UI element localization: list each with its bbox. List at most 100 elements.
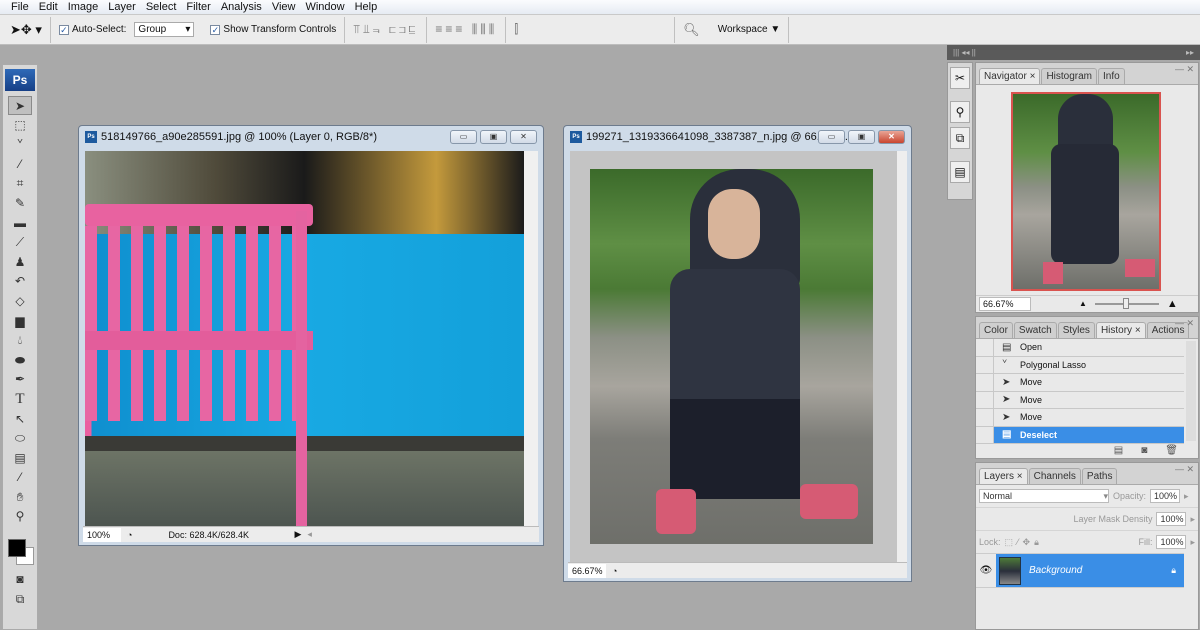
color-swatches[interactable] xyxy=(6,533,34,569)
canvas-girl-image[interactable] xyxy=(590,169,873,544)
gradient-tool-icon[interactable]: ▆ xyxy=(8,312,32,331)
opacity-arrow[interactable]: ▸ xyxy=(1184,491,1189,502)
fill-arrow[interactable]: ▸ xyxy=(1190,537,1195,548)
foreground-color-swatch[interactable] xyxy=(8,539,26,558)
crop-tool-icon[interactable]: ⌗ xyxy=(8,174,32,193)
tab-layers[interactable]: Layers × xyxy=(979,468,1028,484)
opacity-field[interactable]: 100% xyxy=(1150,489,1181,503)
tab-color[interactable]: Color xyxy=(979,322,1013,338)
type-tool-icon[interactable]: T xyxy=(8,390,32,409)
lock-transparent-icon[interactable]: ⬚ xyxy=(1005,537,1014,548)
distribute-icons[interactable]: ≡≡≡ ⫼⫼⫼ xyxy=(435,22,497,37)
history-scrollbar[interactable] xyxy=(1186,341,1196,441)
slice-tool-icon[interactable]: ✎ xyxy=(8,194,32,213)
menu-image[interactable]: Image xyxy=(63,1,104,13)
status-arrow-icon[interactable]: ▶ xyxy=(294,529,301,540)
history-brush-tool-icon[interactable]: ↶ xyxy=(8,272,32,291)
hand-tool-icon[interactable]: ✋︎ xyxy=(8,488,32,507)
trash-icon[interactable]: 🗑︎ xyxy=(1165,445,1178,456)
panel-close-icon[interactable]: — ✕ xyxy=(1175,318,1194,329)
menu-layer[interactable]: Layer xyxy=(103,1,141,13)
panel-close-icon[interactable]: — ✕ xyxy=(1175,64,1194,75)
horizontal-scrollbar[interactable]: ◂ xyxy=(307,529,539,540)
path-selection-tool-icon[interactable]: ↖ xyxy=(8,410,32,429)
navigator-thumbnail[interactable] xyxy=(1011,92,1161,291)
tab-swatches[interactable]: Swatch xyxy=(1013,322,1057,338)
move-tool-preset-icon[interactable]: ➤✥ ▾ xyxy=(10,22,42,38)
panel-dock-header[interactable]: ||| ◂◂ || ▸▸ xyxy=(947,45,1200,60)
workspace-button[interactable]: Workspace ▼ xyxy=(718,24,781,35)
pen-tool-icon[interactable]: ✒ xyxy=(8,370,32,389)
ellipse-tool-icon[interactable]: ⬭ xyxy=(8,429,32,448)
layer-name[interactable]: Background xyxy=(1029,565,1163,576)
show-transform-checkbox[interactable]: ✓ xyxy=(210,24,221,35)
eye-icon[interactable]: 👁︎ xyxy=(976,565,996,576)
canvas-area[interactable] xyxy=(570,151,897,563)
notes-tool-icon[interactable]: ▤ xyxy=(8,449,32,468)
blur-tool-icon[interactable]: 💧︎ xyxy=(8,331,32,350)
zoom-in-icon[interactable]: ▲ xyxy=(1167,298,1178,310)
tab-histogram[interactable]: Histogram xyxy=(1041,68,1098,84)
history-item[interactable]: ➤ Move xyxy=(976,374,1184,392)
history-item[interactable]: ➤ Move xyxy=(976,409,1184,427)
menu-help[interactable]: Help xyxy=(350,1,383,13)
menu-file[interactable]: File xyxy=(6,1,34,13)
tab-channels[interactable]: Channels xyxy=(1028,468,1081,484)
close-button[interactable]: ✕ xyxy=(878,130,905,144)
marquee-tool-icon[interactable]: ⬚ xyxy=(8,116,32,135)
zoom-field[interactable]: 100% xyxy=(83,527,121,542)
tab-info[interactable]: Info xyxy=(1098,68,1125,84)
eyedropper-tool-icon[interactable]: ⁄ xyxy=(8,468,32,487)
zoom-tool-icon[interactable]: ⚲ xyxy=(8,507,32,526)
minimize-button[interactable]: ▭ xyxy=(450,130,477,144)
history-item[interactable]: ➤ Move xyxy=(976,391,1184,409)
mask-density-field[interactable]: 100% xyxy=(1156,512,1187,526)
blend-mode-dropdown[interactable]: Normal ▾ xyxy=(979,489,1109,503)
history-item-selected[interactable]: ▤ Deselect xyxy=(976,426,1184,444)
vertical-scrollbar[interactable] xyxy=(897,151,907,563)
eraser-tool-icon[interactable]: ◇ xyxy=(8,292,32,311)
maximize-button[interactable]: ▣ xyxy=(480,130,507,144)
navigator-zoom-field[interactable]: 66.67% xyxy=(979,296,1031,311)
layer-comps-icon[interactable]: ▤ xyxy=(950,161,970,183)
tool-presets-icon[interactable]: ✂ xyxy=(950,67,970,89)
menu-analysis[interactable]: Analysis xyxy=(216,1,267,13)
minimize-button[interactable]: ▭ xyxy=(818,130,845,144)
lasso-tool-icon[interactable]: ᘁ xyxy=(8,135,32,154)
auto-align-icon[interactable]: ⫿ xyxy=(514,22,521,37)
tab-history[interactable]: History × xyxy=(1095,322,1146,338)
tab-paths[interactable]: Paths xyxy=(1081,468,1118,484)
lock-all-icon[interactable]: 🔒︎ xyxy=(1034,537,1039,548)
menu-select[interactable]: Select xyxy=(141,1,182,13)
move-tool-icon[interactable]: ➤ xyxy=(8,96,32,115)
status-menu-icon[interactable]: ◔ xyxy=(127,530,132,540)
history-item[interactable]: ᘁ Polygonal Lasso xyxy=(976,356,1184,374)
quick-mask-icon[interactable]: ◙ xyxy=(8,570,32,589)
status-menu-icon[interactable]: ◔ xyxy=(612,566,617,576)
fill-field[interactable]: 100% xyxy=(1156,535,1187,549)
panel-close-icon[interactable]: — ✕ xyxy=(1175,464,1194,475)
menu-window[interactable]: Window xyxy=(300,1,349,13)
menu-filter[interactable]: Filter xyxy=(181,1,215,13)
expand-dock-icon[interactable]: ▸▸ xyxy=(1186,45,1194,60)
healing-brush-tool-icon[interactable]: ▬ xyxy=(8,214,32,233)
tab-navigator[interactable]: Navigator × xyxy=(979,68,1041,84)
clone-source-icon[interactable]: ⧉ xyxy=(950,127,970,149)
lock-position-icon[interactable]: ✥ xyxy=(1023,537,1031,548)
zoom-slider[interactable] xyxy=(1094,297,1159,309)
dodge-tool-icon[interactable]: ⬬ xyxy=(8,351,32,370)
zoom-field[interactable]: 66.67% xyxy=(568,563,606,578)
align-icons[interactable]: ⫪⫫⫬ ⊏⊐⊑ xyxy=(353,22,418,37)
history-item[interactable]: ▤ Open xyxy=(976,339,1184,357)
brush-tool-icon[interactable]: ⟋ xyxy=(8,233,32,252)
screen-mode-icon[interactable]: ⧉ xyxy=(8,590,32,609)
canvas-bench-image[interactable] xyxy=(85,151,524,526)
lock-image-icon[interactable]: ⁄ xyxy=(1017,537,1019,547)
mask-density-arrow[interactable]: ▸ xyxy=(1190,514,1195,525)
clone-stamp-tool-icon[interactable]: ♟ xyxy=(8,253,32,272)
menu-edit[interactable]: Edit xyxy=(34,1,63,13)
bridge-icon[interactable]: 🔍︎ xyxy=(683,22,700,38)
vertical-scrollbar[interactable] xyxy=(524,151,538,526)
tab-styles[interactable]: Styles xyxy=(1057,322,1095,338)
snapshot-icon[interactable]: ◙ xyxy=(1141,445,1147,456)
